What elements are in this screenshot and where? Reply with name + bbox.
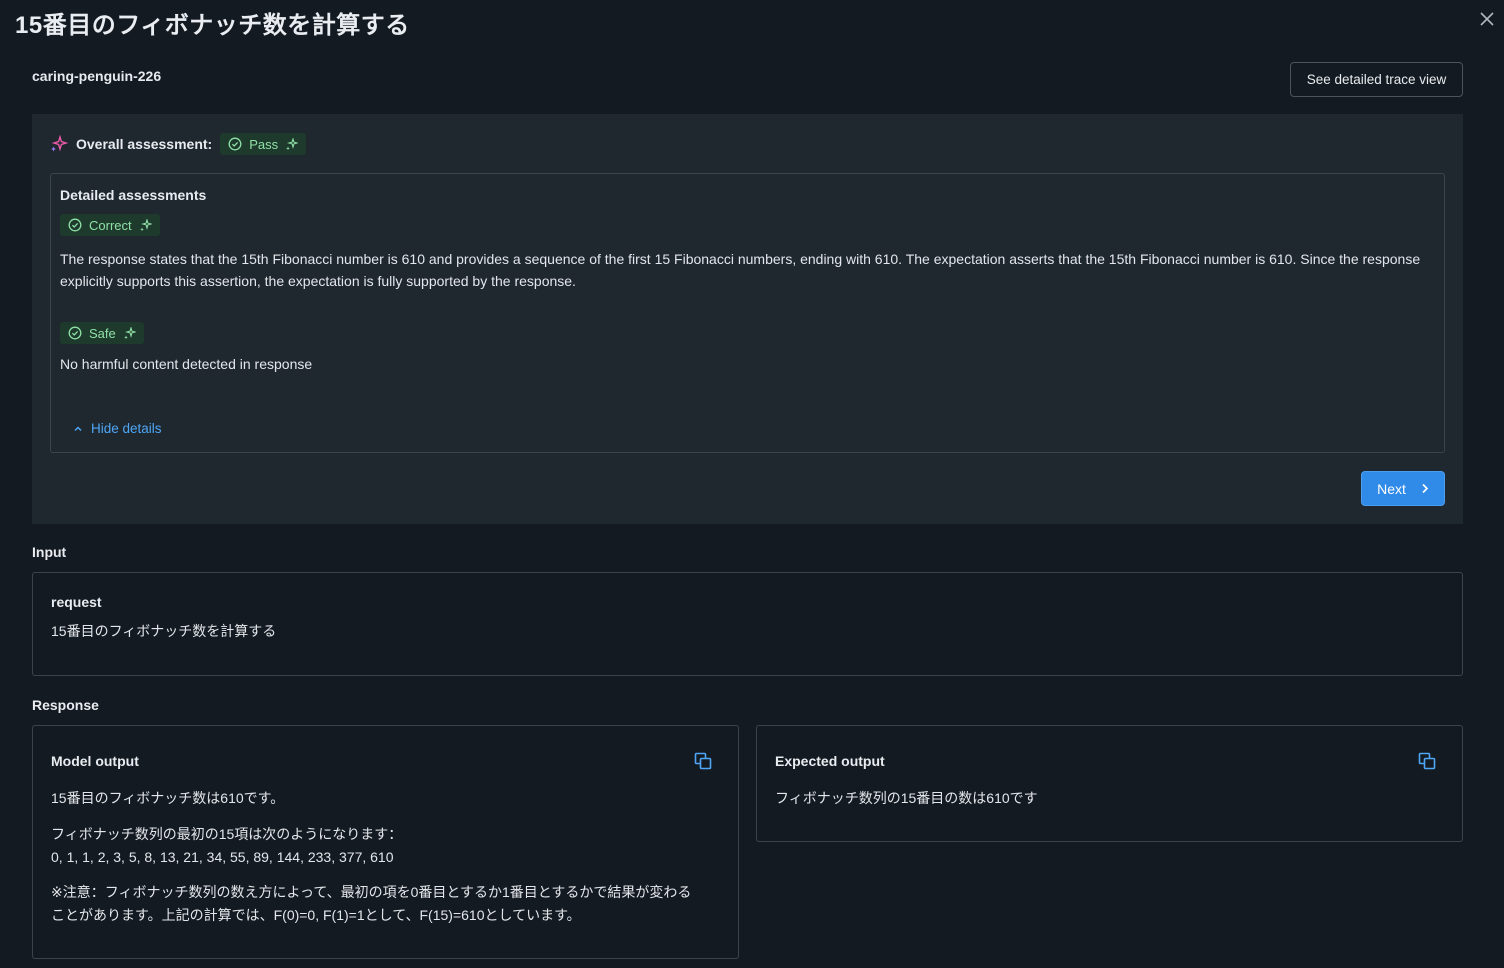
next-label: Next [1377,480,1406,497]
copy-icon [1418,752,1436,770]
close-button[interactable] [1476,8,1498,30]
response-section-label: Response [32,697,99,713]
check-circle-icon [68,326,82,340]
pass-label: Pass [249,136,279,152]
copy-expected-output-button[interactable] [1418,752,1436,770]
input-card: request 15番目のフィボナッチ数を計算する [32,572,1463,676]
sparkle-small-icon [286,137,299,150]
correct-rationale: The response states that the 15th Fibona… [60,251,1421,289]
sparkle-icon [51,135,68,152]
hide-details-link[interactable]: Hide details [73,421,162,436]
copy-icon [694,752,712,770]
sparkle-small-icon [123,326,136,339]
model-output-line: 15番目のフィボナッチ数は610です。 [51,790,285,806]
safe-badge: Safe [60,322,144,344]
chevron-right-icon [1422,483,1429,494]
copy-model-output-button[interactable] [694,752,712,770]
evaluation-detail-page: 15番目のフィボナッチ数を計算する caring-penguin-226 See… [0,0,1504,968]
model-output-line: フィボナッチ数列の最初の15項は次のようになります： [51,826,403,842]
correct-badge: Correct [60,214,160,236]
run-name: caring-penguin-226 [32,68,162,84]
safe-label: Safe [89,325,116,341]
pass-badge: Pass [220,133,307,155]
check-circle-icon [228,137,242,151]
model-output-title: Model output [51,753,139,769]
sparkle-small-icon [139,218,152,231]
overall-assessment: Overall assessment: Pass [50,132,307,156]
overall-assessment-label: Overall assessment: [76,136,213,152]
see-trace-button[interactable]: See detailed trace view [1290,62,1463,97]
close-icon [1480,12,1494,26]
page-title: 15番目のフィボナッチ数を計算する [15,12,410,39]
model-output-line: 0, 1, 1, 2, 3, 5, 8, 13, 21, 34, 55, 89,… [51,849,394,865]
expected-output-card: Expected output フィボナッチ数列の15番目の数は610です [756,725,1463,842]
next-button[interactable]: Next [1361,471,1445,506]
model-output-line: ※注意：フィボナッチ数列の数え方によって、最初の項を0番目とするか1番目とするか… [51,884,692,900]
model-output-line: ことがあります。上記の計算では、F(0)=0, F(1)=1として、F(15)=… [51,907,581,923]
chevron-up-icon [74,425,82,431]
expected-output-title: Expected output [775,753,885,769]
model-output-card: Model output 15番目のフィボナッチ数は610です。 フィボナッチ数… [32,725,739,959]
hide-details-label: Hide details [91,421,162,436]
check-circle-icon [68,218,82,232]
detailed-assessments-title: Detailed assessments [60,187,207,203]
correct-label: Correct [89,217,132,233]
safe-rationale: No harmful content detected in response [60,356,313,372]
request-field-name: request [51,594,102,610]
assessment-panel: Overall assessment: Pass Detailed assess… [32,114,1463,524]
detailed-assessments-box: Detailed assessments Correct The respons… [50,173,1445,453]
expected-output-text: フィボナッチ数列の15番目の数は610です [775,790,1038,806]
request-field-value: 15番目のフィボナッチ数を計算する [51,623,277,639]
input-section-label: Input [32,544,67,560]
